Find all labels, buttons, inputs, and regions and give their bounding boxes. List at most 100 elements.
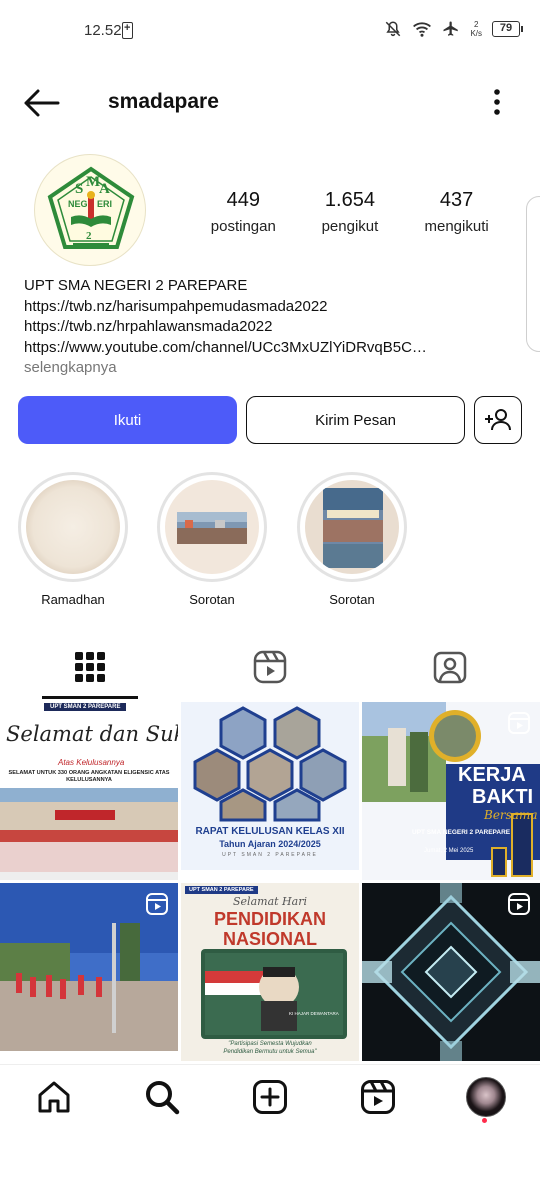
- post-subtitle: Tahun Ajaran 2024/2025: [219, 839, 321, 849]
- notification-dot: [482, 1118, 487, 1123]
- suggest-users-button[interactable]: [474, 396, 522, 444]
- mute-bell-icon: [386, 21, 401, 37]
- reel-badge-icon: [508, 712, 530, 734]
- status-time: 12.52: [84, 22, 122, 39]
- highlight-label: Sorotan: [189, 592, 235, 607]
- more-vertical-icon: [494, 89, 500, 115]
- follow-button[interactable]: Ikuti: [18, 396, 237, 444]
- bio-more-link[interactable]: selengkapnya: [24, 358, 494, 379]
- svg-text:S: S: [75, 181, 83, 197]
- svg-text:ERI: ERI: [97, 199, 112, 209]
- side-panel-edge[interactable]: [526, 196, 540, 352]
- wifi-icon: [413, 22, 432, 37]
- stat-label: pengikut: [321, 218, 379, 235]
- post-subtitle: Atas Kelulusannya: [58, 758, 125, 767]
- highlight-ring: [297, 472, 407, 582]
- profile-header: smadapare: [0, 78, 540, 126]
- bio-name: UPT SMA NEGERI 2 PAREPARE: [24, 277, 248, 294]
- highlight-ring: [157, 472, 267, 582]
- stat-followers[interactable]: 1.654 pengikut: [297, 189, 404, 235]
- post-thumbnail[interactable]: [0, 883, 178, 1061]
- highlight-item[interactable]: Ramadhan: [18, 472, 128, 607]
- bio-link[interactable]: https://twb.nz/hrpahlawansmada2022: [24, 317, 494, 338]
- network-speed: 2 K/s: [470, 20, 482, 38]
- reels-icon: [253, 650, 287, 684]
- post-school-label: UPT SMA NEGERI 2 PAREPARE: [412, 829, 511, 836]
- highlight-label: Ramadhan: [41, 592, 105, 607]
- battery-icon: 79: [492, 21, 523, 37]
- home-icon: [38, 1081, 70, 1113]
- highlight-ring: [18, 472, 128, 582]
- post-thumbnail[interactable]: [362, 883, 540, 1061]
- bottom-navigation: [0, 1064, 540, 1128]
- post-subtitle: Bersama: [484, 808, 538, 822]
- tagged-person-icon: [433, 651, 467, 684]
- more-options-button[interactable]: [492, 88, 502, 118]
- post-title: BAKTI: [472, 786, 534, 808]
- nav-reels[interactable]: [358, 1077, 398, 1117]
- post-subtitle: Selamat Hari: [233, 895, 307, 908]
- add-post-icon: [253, 1080, 287, 1114]
- svg-text:NEG: NEG: [68, 199, 88, 209]
- post-title: KERJA: [458, 764, 526, 786]
- post-thumbnail[interactable]: KERJA BAKTI Bersama UPT SMA NEGERI 2 PAR…: [362, 702, 540, 880]
- stat-value: 449: [226, 189, 260, 211]
- post-thumbnail[interactable]: UPT SMAN 2 PAREPARE Selamat dan Sukses A…: [0, 702, 178, 880]
- reel-badge-icon: [508, 893, 530, 915]
- post-school-label: UPT SMAN 2 PAREPARE: [222, 852, 318, 858]
- stat-value: 1.654: [324, 189, 375, 211]
- tab-reels[interactable]: [220, 640, 320, 694]
- post-caption: Pendidikan Bermutu untuk Semua": [223, 1049, 317, 1055]
- post-date: Jumat, 2 Mei 2025: [424, 848, 474, 854]
- tab-grid[interactable]: [40, 640, 140, 694]
- highlight-item[interactable]: Sorotan: [157, 472, 267, 607]
- profile-avatar[interactable]: S M A NEG ERI 2: [34, 154, 146, 266]
- avatar: [466, 1077, 506, 1117]
- nav-search[interactable]: [142, 1077, 182, 1117]
- reel-badge-icon: [146, 893, 168, 915]
- tab-tagged[interactable]: [400, 640, 500, 694]
- post-caption: "Partisipasi Semesta Wujudkan: [228, 1041, 312, 1047]
- stat-label: mengikuti: [424, 218, 489, 235]
- post-caption: KI HAJAR DEWANTARA: [289, 1011, 339, 1016]
- reels-icon: [361, 1080, 395, 1114]
- battery-saver-icon: [122, 22, 133, 39]
- highlight-label: Sorotan: [329, 592, 375, 607]
- profile-stats: 449 postingan 1.654 pengikut 437 mengiku…: [190, 189, 510, 235]
- post-school-label: UPT SMAN 2 PAREPARE: [44, 703, 127, 711]
- status-icons: 2 K/s 79: [384, 20, 523, 38]
- post-thumbnail[interactable]: RAPAT KELULUSAN KELAS XII Tahun Ajaran 2…: [181, 702, 359, 880]
- post-thumbnail[interactable]: UPT SMAN 2 PAREPARE Selamat Hari PENDIDI…: [181, 883, 359, 1061]
- post-caption: SELAMAT UNTUK 330 ORANG ANGKATAN ELIGENS…: [8, 770, 170, 783]
- profile-username: smadapare: [108, 90, 219, 113]
- status-bar: 12.52 2 K/s 79: [0, 0, 540, 62]
- highlight-cover: [26, 480, 120, 574]
- active-tab-indicator: [42, 696, 138, 699]
- svg-text:2: 2: [86, 230, 92, 242]
- grid-icon: [75, 652, 105, 682]
- nav-home[interactable]: [34, 1077, 74, 1117]
- airplane-icon: [443, 21, 459, 36]
- svg-text:A: A: [99, 181, 110, 197]
- post-school-label: UPT SMAN 2 PAREPARE: [185, 886, 258, 894]
- nav-create[interactable]: [250, 1077, 290, 1117]
- bio-link[interactable]: https://twb.nz/harisumpahpemudasmada2022: [24, 297, 494, 318]
- bio-link[interactable]: https://www.youtube.com/channel/UCc3MxUZ…: [24, 338, 494, 359]
- stat-following[interactable]: 437 mengikuti: [403, 189, 510, 235]
- highlight-cover: [165, 480, 259, 574]
- highlight-cover: [305, 480, 399, 574]
- stat-posts[interactable]: 449 postingan: [190, 189, 297, 235]
- post-title: RAPAT KELULUSAN KELAS XII: [195, 826, 345, 837]
- post-title: Selamat dan Sukses: [6, 722, 178, 746]
- post-title: NASIONAL: [223, 929, 317, 949]
- back-button[interactable]: [22, 88, 62, 118]
- nav-profile[interactable]: [466, 1077, 506, 1117]
- message-button[interactable]: Kirim Pesan: [246, 396, 465, 444]
- back-arrow-icon: [24, 89, 60, 117]
- stat-value: 437: [439, 189, 474, 211]
- highlight-item[interactable]: Sorotan: [297, 472, 407, 607]
- add-person-icon: [485, 409, 511, 431]
- stat-label: postingan: [210, 218, 276, 235]
- school-logo: S M A NEG ERI 2: [47, 166, 135, 249]
- profile-tabs: [0, 640, 540, 700]
